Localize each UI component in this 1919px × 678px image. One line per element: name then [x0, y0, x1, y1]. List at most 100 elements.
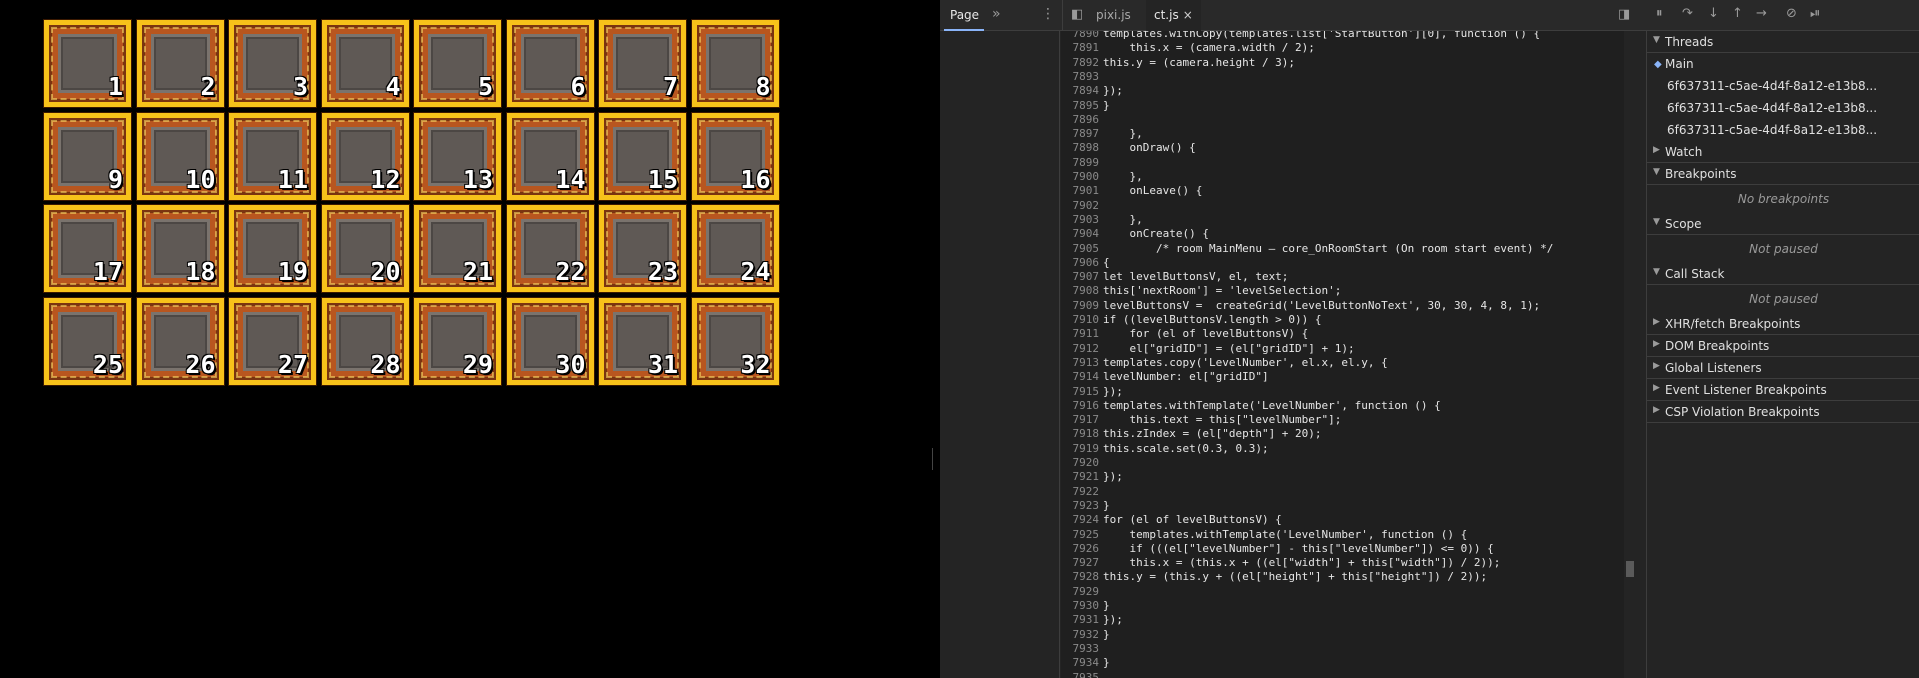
threads-section[interactable]: ▼ Threads	[1647, 31, 1919, 53]
level-button[interactable]: 27	[229, 297, 316, 385]
step-out-icon[interactable]: ↑	[1732, 6, 1743, 21]
line-number[interactable]: 7933	[1061, 642, 1103, 656]
thread-item[interactable]: 6f637311-c5ae-4d4f-8a12-e13b8...	[1647, 97, 1919, 119]
line-number[interactable]: 7895	[1061, 99, 1103, 113]
level-button[interactable]: 17	[44, 205, 131, 292]
line-number[interactable]: 7896	[1061, 113, 1103, 127]
code-line[interactable]: 7924 for (el of levelButtonsV) {	[1061, 513, 1282, 527]
step-over-icon[interactable]: ↷	[1682, 6, 1693, 21]
more-tabs-icon[interactable]: »	[992, 6, 1001, 22]
thread-item[interactable]: 6f637311-c5ae-4d4f-8a12-e13b8...	[1647, 119, 1919, 141]
code-line[interactable]: 7912 el["gridID"] = (el["gridID"] + 1);	[1061, 342, 1355, 356]
line-number[interactable]: 7925	[1061, 528, 1103, 542]
code-line[interactable]: 7909 levelButtonsV = createGrid('LevelBut…	[1061, 299, 1541, 313]
level-button[interactable]: 22	[506, 205, 594, 292]
line-number[interactable]: 7927	[1061, 556, 1103, 570]
pause-icon[interactable]: ⏸	[1656, 6, 1663, 21]
code-line[interactable]: 7904 onCreate() {	[1061, 227, 1209, 241]
level-button[interactable]: 10	[136, 112, 224, 200]
toggle-navigator-icon[interactable]: ◧	[1071, 7, 1083, 22]
line-number[interactable]: 7911	[1061, 327, 1103, 341]
code-line[interactable]: 7917 this.text = this["levelNumber"];	[1061, 413, 1342, 427]
code-line[interactable]: 7908 this['nextRoom'] = 'levelSelection';	[1061, 284, 1342, 298]
code-line[interactable]: 7930}	[1061, 599, 1110, 613]
file-tab-pixi[interactable]: pixi.js	[1088, 0, 1139, 31]
code-line[interactable]: 7893	[1061, 70, 1103, 84]
line-number[interactable]: 7902	[1061, 199, 1103, 213]
level-button[interactable]: 3	[229, 20, 316, 107]
level-button[interactable]: 13	[414, 112, 501, 200]
pause-on-exceptions-icon[interactable]: ⏯	[1810, 6, 1820, 21]
code-line[interactable]: 7920	[1061, 456, 1103, 470]
dom-breakpoints-section[interactable]: ▶ DOM Breakpoints	[1647, 335, 1919, 357]
level-button[interactable]: 20	[321, 205, 409, 292]
level-button[interactable]: 21	[414, 205, 501, 292]
line-number[interactable]: 7909	[1061, 299, 1103, 313]
line-number[interactable]: 7923	[1061, 499, 1103, 513]
line-number[interactable]: 7904	[1061, 227, 1103, 241]
callstack-section[interactable]: ▼ Call Stack	[1647, 263, 1919, 285]
code-line[interactable]: 7899	[1061, 156, 1103, 170]
level-button[interactable]: 4	[321, 20, 409, 107]
file-tab-ct[interactable]: ct.js ×	[1146, 0, 1201, 31]
line-number[interactable]: 7908	[1061, 284, 1103, 298]
line-number[interactable]: 7899	[1061, 156, 1103, 170]
level-button[interactable]: 19	[229, 205, 316, 292]
line-number[interactable]: 7929	[1061, 585, 1103, 599]
line-number[interactable]: 7906	[1061, 256, 1103, 270]
level-button[interactable]: 1	[44, 20, 131, 107]
deactivate-breakpoints-icon[interactable]: ⊘	[1786, 6, 1797, 21]
level-button[interactable]: 7	[599, 20, 686, 107]
line-number[interactable]: 7921	[1061, 470, 1103, 484]
line-number[interactable]: 7894	[1061, 84, 1103, 98]
level-button[interactable]: 2	[136, 20, 224, 107]
line-number[interactable]: 7892	[1061, 56, 1103, 70]
level-button[interactable]: 23	[599, 205, 686, 292]
line-number[interactable]: 7922	[1061, 485, 1103, 499]
code-line[interactable]: 7928 this.y = (this.y + ((el["height"] + …	[1061, 570, 1488, 584]
code-line[interactable]: 7926 if (((el["levelNumber"] - this["lev…	[1061, 542, 1494, 556]
code-line[interactable]: 7925 templates.withTemplate('LevelNumber…	[1061, 528, 1468, 542]
code-line[interactable]: 7916 templates.withTemplate('LevelNumber'…	[1061, 399, 1441, 413]
thread-item-main[interactable]: ◆ Main	[1647, 53, 1919, 75]
thread-item[interactable]: 6f637311-c5ae-4d4f-8a12-e13b8...	[1647, 75, 1919, 97]
level-button[interactable]: 9	[44, 112, 131, 200]
code-line[interactable]: 7905 /* room MainMenu — core_OnRoomStart…	[1061, 242, 1554, 256]
line-number[interactable]: 7926	[1061, 542, 1103, 556]
line-number[interactable]: 7920	[1061, 456, 1103, 470]
toggle-debugger-icon[interactable]: ◨	[1618, 7, 1630, 22]
level-button[interactable]: 18	[136, 205, 224, 292]
code-line[interactable]: 7913 templates.copy('LevelNumber', el.x, …	[1061, 356, 1388, 370]
line-number[interactable]: 7893	[1061, 70, 1103, 84]
line-number[interactable]: 7919	[1061, 442, 1103, 456]
code-line[interactable]: 7931});	[1061, 613, 1123, 627]
level-button[interactable]: 24	[691, 205, 779, 292]
code-line[interactable]: 7897 },	[1061, 127, 1143, 141]
code-line[interactable]: 7918 this.zIndex = (el["depth"] + 20);	[1061, 427, 1322, 441]
line-number[interactable]: 7928	[1061, 570, 1103, 584]
code-line[interactable]: 7898 onDraw() {	[1061, 141, 1196, 155]
line-number[interactable]: 7913	[1061, 356, 1103, 370]
code-line[interactable]: 7929	[1061, 585, 1103, 599]
code-line[interactable]: 7932}	[1061, 628, 1110, 642]
split-divider[interactable]	[925, 0, 940, 678]
level-button[interactable]: 12	[321, 112, 409, 200]
line-number[interactable]: 7931	[1061, 613, 1103, 627]
level-button[interactable]: 14	[506, 112, 594, 200]
level-button[interactable]: 31	[599, 297, 686, 385]
code-line[interactable]: 7890 templates.withCopy(templates.list['S…	[1061, 31, 1541, 41]
code-line[interactable]: 7923}	[1061, 499, 1110, 513]
editor-scrollbar-thumb[interactable]	[1626, 561, 1634, 577]
level-button[interactable]: 5	[414, 20, 501, 107]
code-line[interactable]: 7906{	[1061, 256, 1110, 270]
line-number[interactable]: 7905	[1061, 242, 1103, 256]
line-number[interactable]: 7912	[1061, 342, 1103, 356]
code-line[interactable]: 7903 },	[1061, 213, 1143, 227]
code-line[interactable]: 7895}	[1061, 99, 1110, 113]
level-button[interactable]: 11	[229, 112, 316, 200]
code-line[interactable]: 7911 for (el of levelButtonsV) {	[1061, 327, 1309, 341]
watch-section[interactable]: ▶ Watch	[1647, 141, 1919, 163]
split-grip[interactable]	[932, 448, 933, 470]
line-number[interactable]: 7910	[1061, 313, 1103, 327]
code-editor[interactable]: 7890 templates.withCopy(templates.list['S…	[1061, 31, 1636, 678]
